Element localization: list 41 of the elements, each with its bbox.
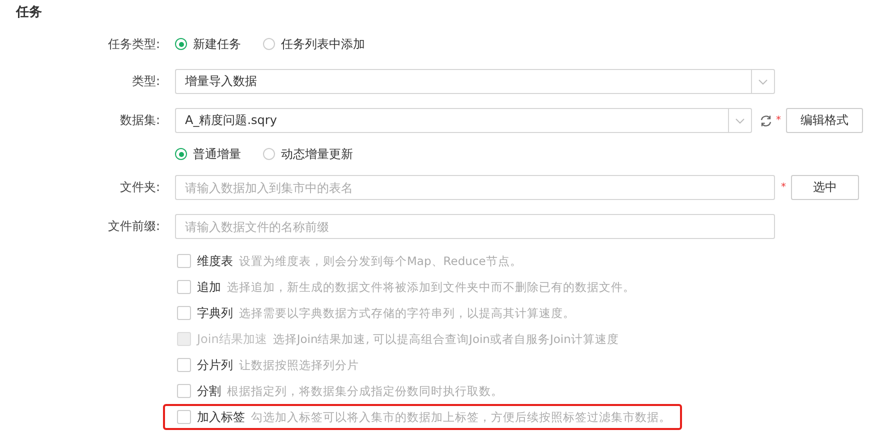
type-select[interactable]: 增量导入数据 bbox=[175, 69, 775, 94]
option-description: 选择Join结果加速, 可以提高组合查询Join或者自服务Join计算速度 bbox=[272, 332, 619, 346]
checkbox[interactable] bbox=[177, 280, 191, 294]
checkbox[interactable] bbox=[177, 306, 191, 320]
field-label: 任务类型: bbox=[106, 36, 161, 52]
chevron-down-icon bbox=[735, 118, 745, 124]
option-label: Join结果加速 bbox=[197, 330, 267, 348]
option-description: 选择追加，新生成的数据文件将被添加到文件夹中而不删除已有的数据文件。 bbox=[227, 280, 635, 294]
option-label: 分割 bbox=[197, 382, 221, 400]
section-title: 任务 bbox=[16, 4, 43, 22]
chevron-down-icon bbox=[758, 78, 768, 84]
radio-option[interactable]: 新建任务 bbox=[175, 36, 241, 52]
option-description: 根据指定列，将数据集分成指定份数同时执行取数。 bbox=[227, 384, 503, 398]
radio-option[interactable]: 任务列表中添加 bbox=[263, 36, 365, 52]
field-label: 数据集: bbox=[118, 112, 161, 129]
option-description: 让数据按照选择列分片 bbox=[239, 358, 359, 372]
option-label: 维度表 bbox=[197, 252, 233, 270]
required-mark: * bbox=[781, 182, 787, 193]
file-prefix-input[interactable]: 请输入数据文件的名称前缀 bbox=[175, 214, 775, 239]
option-label: 追加 bbox=[197, 278, 221, 296]
checkbox[interactable] bbox=[177, 254, 191, 268]
refresh-icon[interactable] bbox=[759, 114, 773, 128]
option-description: 勾选加入标签可以将入集市的数据加上标签，方便后续按照标签过滤集市数据。 bbox=[251, 410, 671, 424]
option-description: 选择需要以字典数据方式存储的字符串列，以提高其计算速度。 bbox=[239, 306, 575, 320]
option-label: 加入标签 bbox=[197, 408, 245, 426]
edit-format-button[interactable]: 编辑格式 bbox=[786, 108, 863, 133]
option-description: 设置为维度表，则会分发到每个Map、Reduce节点。 bbox=[239, 254, 522, 268]
radio-option[interactable]: 动态增量更新 bbox=[263, 146, 353, 162]
option-label: 分片列 bbox=[197, 356, 233, 374]
select-button[interactable]: 选中 bbox=[791, 175, 859, 200]
checkbox[interactable] bbox=[177, 358, 191, 372]
dataset-select[interactable]: A_精度问题.sqry bbox=[175, 108, 752, 133]
option-label: 字典列 bbox=[197, 304, 233, 322]
folder-input[interactable]: 请输入数据加入到集市中的表名 bbox=[175, 175, 775, 200]
required-mark: * bbox=[776, 115, 782, 126]
field-label: 文件前缀: bbox=[106, 218, 161, 235]
field-label: 类型: bbox=[130, 73, 161, 90]
checkbox[interactable] bbox=[177, 410, 191, 424]
radio-option[interactable]: 普通增量 bbox=[175, 146, 241, 162]
checkbox[interactable] bbox=[177, 384, 191, 398]
field-label: 文件夹: bbox=[118, 179, 161, 196]
